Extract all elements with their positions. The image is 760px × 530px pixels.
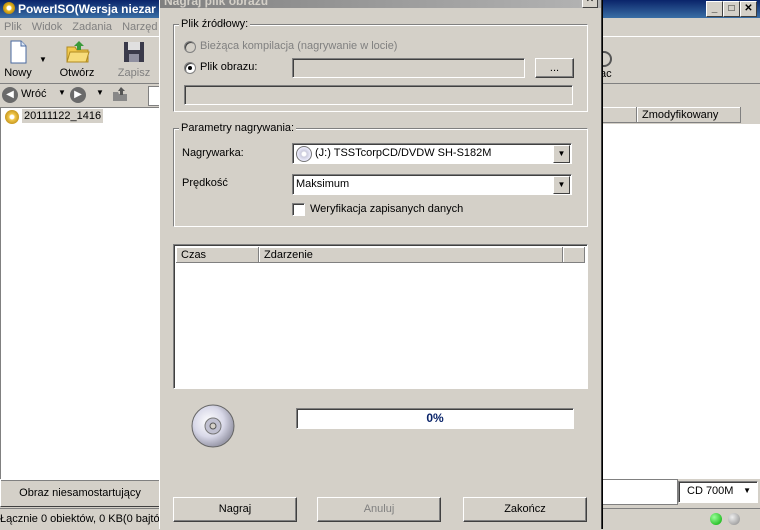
menu-zadania[interactable]: Zadania xyxy=(72,21,112,33)
close-window-button[interactable]: ✕ xyxy=(740,1,757,17)
forward-arrow-icon[interactable]: ▶ xyxy=(70,87,86,103)
menu-narzedzia[interactable]: Narzęd xyxy=(122,21,157,33)
new-dropdown-icon[interactable]: ▼ xyxy=(39,55,47,64)
finish-button[interactable]: Zakończ xyxy=(463,497,587,522)
speed-label: Prędkość xyxy=(182,177,228,189)
back-arrow-icon[interactable]: ◀ xyxy=(2,87,18,103)
burner-value: (J:) TSSTcorpCD/DVDW SH-S182M xyxy=(315,147,492,159)
open-button[interactable]: Otwórz xyxy=(56,39,98,79)
gray-status-light-icon xyxy=(728,513,740,525)
source-file-group: Plik źródłowy: Bieżąca kompilacja (nagry… xyxy=(173,18,588,112)
column-header-filler xyxy=(563,247,585,263)
current-compilation-label: Bieżąca kompilacja (nagrywanie w locie) xyxy=(200,40,398,52)
speed-select[interactable]: Maksimum ▼ xyxy=(292,174,572,195)
image-path-field[interactable] xyxy=(292,58,525,78)
dialog-title-bar: Nagraj plik obrazu xyxy=(160,0,601,8)
cd-disc-icon xyxy=(191,404,235,448)
column-header-event[interactable]: Zdarzenie xyxy=(259,247,563,263)
save-button[interactable]: Zapisz xyxy=(116,39,152,79)
column-header-modified[interactable]: Zmodyfikowany xyxy=(637,107,741,123)
burn-parameters-legend: Parametry nagrywania: xyxy=(179,122,297,134)
chevron-down-icon: ▼ xyxy=(553,176,570,194)
event-log-list[interactable]: Czas Zdarzenie xyxy=(173,244,588,389)
file-list-pane xyxy=(600,124,760,479)
back-dropdown-icon[interactable]: ▼ xyxy=(58,88,66,97)
burn-progress-bar: 0% xyxy=(296,408,574,429)
progress-percent-text: 0% xyxy=(426,411,444,425)
burner-label: Nagrywarka: xyxy=(182,147,244,159)
image-info-field xyxy=(184,85,573,105)
forward-dropdown-icon[interactable]: ▼ xyxy=(96,88,104,97)
source-file-legend: Plik źródłowy: xyxy=(179,18,251,30)
chevron-down-icon: ▼ xyxy=(743,486,751,495)
minimize-button[interactable]: _ xyxy=(706,1,723,17)
media-size-select[interactable]: CD 700M ▼ xyxy=(678,481,758,503)
burn-parameters-group: Parametry nagrywania: Nagrywarka: (J:) T… xyxy=(173,122,588,227)
save-label: Zapisz xyxy=(117,67,151,79)
app-title: PowerISO(Wersja niezar xyxy=(18,2,156,16)
image-file-radio[interactable] xyxy=(184,62,196,74)
new-label: Nowy xyxy=(4,67,32,79)
log-header: Czas Zdarzenie xyxy=(176,247,585,263)
open-folder-icon xyxy=(65,39,90,65)
poweriso-app-icon xyxy=(3,2,15,14)
speed-value: Maksimum xyxy=(296,178,350,190)
folder-tree-pane: 20111122_1416 xyxy=(0,107,160,481)
maximize-button[interactable]: □ xyxy=(723,1,740,17)
up-folder-icon[interactable] xyxy=(112,86,128,102)
column-header-blank[interactable] xyxy=(600,107,637,123)
column-header-time[interactable]: Czas xyxy=(176,247,259,263)
dialog-title: Nagraj plik obrazu xyxy=(164,0,269,8)
menu-widok[interactable]: Widok xyxy=(32,21,63,33)
floppy-disk-icon xyxy=(122,39,146,65)
new-document-icon xyxy=(6,39,30,65)
partial-status-field xyxy=(600,479,678,505)
dialog-close-button[interactable]: ✕ xyxy=(582,0,598,8)
open-label: Otwórz xyxy=(59,67,95,79)
cd-drive-icon xyxy=(296,146,312,162)
media-size-value: CD 700M xyxy=(687,485,734,497)
verify-checkbox[interactable] xyxy=(292,203,305,216)
browse-button[interactable]: ... xyxy=(535,58,574,78)
file-list-header: Zmodyfikowany xyxy=(600,107,760,124)
green-status-light-icon xyxy=(710,513,722,525)
cancel-button[interactable]: Anuluj xyxy=(317,497,441,522)
current-compilation-radio[interactable] xyxy=(184,41,196,53)
image-file-label: Plik obrazu: xyxy=(200,61,258,73)
new-button[interactable]: Nowy xyxy=(2,39,34,79)
chevron-down-icon: ▼ xyxy=(553,145,570,163)
boot-status-button[interactable]: Obraz niesamostartujący xyxy=(0,479,160,507)
back-label[interactable]: Wróć xyxy=(21,88,46,100)
tree-item[interactable]: 20111122_1416 xyxy=(22,109,104,123)
menu-plik[interactable]: Plik xyxy=(4,21,22,33)
burn-image-dialog: Nagraj plik obrazu ✕ Plik źródłowy: Bież… xyxy=(159,0,602,529)
burner-select[interactable]: (J:) TSSTcorpCD/DVDW SH-S182M ▼ xyxy=(292,143,572,164)
verify-label: Weryfikacja zapisanych danych xyxy=(310,203,464,215)
disc-image-icon xyxy=(5,110,19,124)
burn-button[interactable]: Nagraj xyxy=(173,497,297,522)
status-summary: Łącznie 0 obiektów, 0 KB(0 bajtó xyxy=(0,513,160,525)
